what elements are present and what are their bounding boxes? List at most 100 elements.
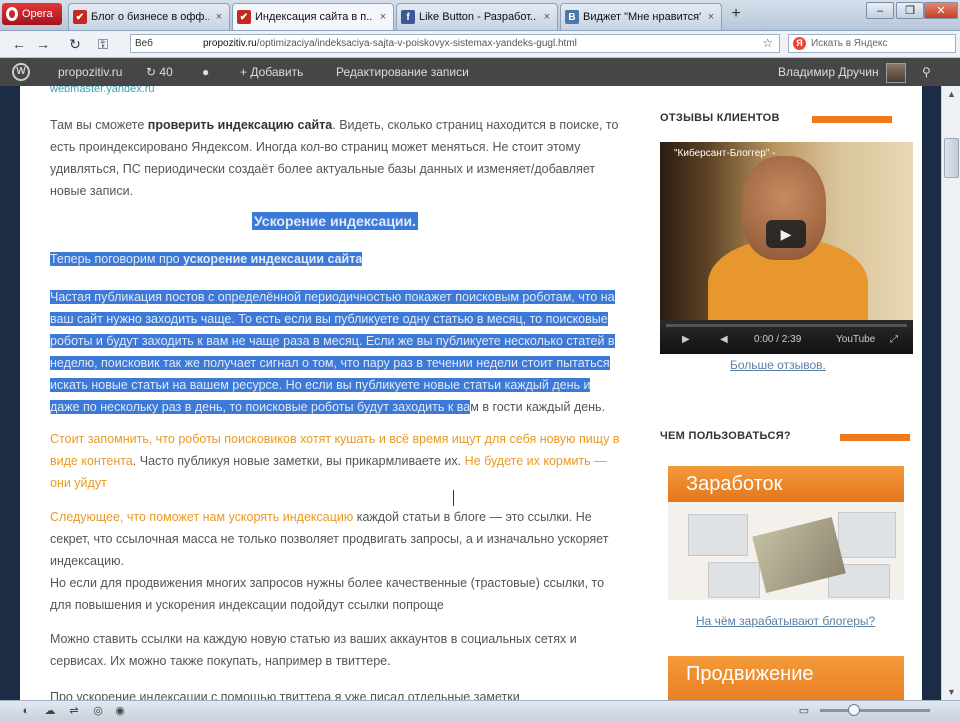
tab-title: Виджет "Мне нравится" bbox=[583, 11, 701, 23]
turbo-icon[interactable]: ◉ bbox=[112, 703, 128, 719]
wordpress-icon[interactable]: W bbox=[12, 63, 30, 81]
panel-icon[interactable]: ◐ bbox=[18, 703, 34, 719]
text: Там вы сможете bbox=[50, 118, 148, 132]
paragraph: Про ускорение индексации с помощью твитт… bbox=[50, 686, 620, 700]
scroll-up-icon[interactable]: ▲ bbox=[942, 86, 960, 102]
blogger-icon: ✔ bbox=[73, 10, 87, 24]
reviews-title: ОТЗЫВЫ КЛИЕНТОВ bbox=[660, 112, 780, 124]
puzzle-piece bbox=[708, 562, 760, 598]
paragraph: Стоит запомнить, что роботы поисковиков … bbox=[50, 428, 620, 494]
user-name[interactable]: Владимир Дручин bbox=[778, 58, 879, 86]
navigation-bar: ← → ↻ ⚿ Веб propozitiv.ru/optimizaciya/i… bbox=[0, 31, 960, 58]
close-window-button[interactable]: ✕ bbox=[924, 2, 958, 19]
earnings-link[interactable]: На чём зарабатывают блогеры? bbox=[696, 614, 875, 628]
play-icon[interactable]: ▶ bbox=[766, 220, 806, 248]
more-reviews-link[interactable]: Больше отзывов. bbox=[730, 358, 826, 372]
add-new-link[interactable]: + Добавить bbox=[240, 58, 303, 86]
site-name-link[interactable]: propozitiv.ru bbox=[58, 58, 122, 86]
key-icon[interactable]: ⚿ bbox=[94, 35, 112, 53]
text: Про ускорение индексации с помощью твитт… bbox=[50, 690, 520, 700]
avatar[interactable] bbox=[886, 63, 906, 83]
earnings-banner[interactable]: Заработок bbox=[668, 466, 904, 600]
paragraph: Там вы сможете проверить индексацию сайт… bbox=[50, 114, 620, 202]
title-accent-bar bbox=[812, 116, 892, 123]
unite-icon[interactable]: ◎ bbox=[90, 703, 106, 719]
text: Но если для продвижения многих запросов … bbox=[50, 576, 605, 612]
reload-icon[interactable]: ↻ bbox=[66, 35, 84, 53]
forward-icon[interactable]: → bbox=[34, 35, 52, 53]
status-bar: ◐ ☁ ⇌ ◎ ◉ ▭ bbox=[0, 700, 960, 721]
text: Можно ставить ссылки на каждую новую ста… bbox=[50, 632, 577, 668]
tab-blog[interactable]: ✔ Блог о бизнесе в офф... × bbox=[68, 3, 230, 30]
search-input[interactable]: Я Искать в Яндекс bbox=[788, 34, 956, 53]
video-controls: ▶ ◀ 0:00 / 2:39 YouTube ⤢ bbox=[660, 320, 913, 354]
selected-bold-text: ускорение индексации сайта bbox=[183, 252, 363, 266]
url-text: propozitiv.ru/optimizaciya/indeksaciya-s… bbox=[203, 35, 577, 52]
tab-like-button[interactable]: f Like Button - Разработ... × bbox=[396, 3, 558, 30]
blogger-icon: ✔ bbox=[237, 10, 251, 24]
paragraph: Частая публикация постов с определённой … bbox=[50, 286, 615, 418]
url-path: /optimizaciya/indeksaciya-sajta-v-poisko… bbox=[256, 38, 577, 49]
title-accent-bar bbox=[840, 434, 910, 441]
web-label: Веб bbox=[135, 38, 153, 49]
edit-post-link[interactable]: Редактирование записи bbox=[336, 58, 469, 86]
play-button[interactable]: ▶ bbox=[682, 334, 690, 345]
tab-bar: Opera ✔ Блог о бизнесе в офф... × ✔ Инде… bbox=[0, 0, 960, 31]
vk-icon: B bbox=[565, 10, 579, 24]
minimize-button[interactable]: – bbox=[866, 2, 894, 19]
updates-icon: ↻ bbox=[146, 65, 157, 79]
paragraph: Следующее, что поможет нам ускорять инде… bbox=[50, 506, 620, 616]
selected-text: Частая публикация постов с определённой … bbox=[50, 290, 615, 414]
view-icon[interactable]: ▭ bbox=[796, 703, 812, 719]
promotion-banner[interactable]: Продвижение bbox=[668, 656, 904, 700]
tab-title: Like Button - Разработ... bbox=[419, 11, 537, 23]
webmaster-link[interactable]: webmaster.yandex.ru bbox=[50, 86, 155, 100]
video-progress-bar[interactable] bbox=[666, 324, 907, 327]
facebook-icon: f bbox=[401, 10, 415, 24]
bookmark-star-icon[interactable]: ☆ bbox=[762, 35, 773, 52]
puzzle-piece bbox=[688, 514, 748, 556]
close-icon[interactable]: × bbox=[541, 11, 553, 23]
scroll-down-icon[interactable]: ▼ bbox=[942, 684, 960, 700]
close-icon[interactable]: × bbox=[377, 11, 389, 23]
selected-text: Теперь поговорим про bbox=[50, 252, 184, 266]
comments-icon[interactable]: ● bbox=[202, 58, 209, 86]
zoom-slider[interactable] bbox=[820, 709, 930, 712]
scroll-thumb[interactable] bbox=[944, 138, 959, 178]
updates-link[interactable]: ↻ 40 bbox=[146, 58, 173, 86]
text: . Часто публикуя новые заметки, вы прика… bbox=[132, 454, 465, 468]
close-icon[interactable]: × bbox=[213, 11, 225, 23]
updates-count: 40 bbox=[159, 65, 173, 79]
tab-indexation[interactable]: ✔ Индексация сайта в п... × bbox=[232, 3, 394, 30]
back-icon[interactable]: ← bbox=[10, 35, 28, 53]
page-viewport: webmaster.yandex.ru Там вы сможете прове… bbox=[20, 86, 922, 700]
text: м в гости каждый день. bbox=[470, 400, 606, 414]
banner-title: Заработок bbox=[668, 466, 904, 502]
video-player[interactable]: "Киберсант-Блоггер" - ▶ ▶ ◀ 0:00 / 2:39 … bbox=[660, 142, 913, 354]
share-icon[interactable]: ⇌ bbox=[66, 703, 82, 719]
wp-admin-bar: W propozitiv.ru ↻ 40 ● + Добавить Редакт… bbox=[0, 58, 960, 86]
sync-icon[interactable]: ☁ bbox=[42, 703, 58, 719]
highlight-text: Следующее, что поможет нам ускорять инде… bbox=[50, 510, 354, 524]
yandex-icon: Я bbox=[793, 37, 806, 50]
address-field[interactable]: Веб propozitiv.ru/optimizaciya/indeksaci… bbox=[130, 34, 780, 53]
section-heading: Ускорение индексации. bbox=[50, 210, 620, 232]
heading-text: Ускорение индексации. bbox=[251, 212, 419, 230]
paragraph: Можно ставить ссылки на каждую новую ста… bbox=[50, 628, 620, 672]
text-cursor-icon bbox=[453, 490, 456, 506]
close-icon[interactable]: × bbox=[705, 11, 717, 23]
new-tab-button[interactable]: + bbox=[726, 6, 746, 24]
zoom-slider-knob[interactable] bbox=[848, 704, 860, 716]
search-icon[interactable]: ⚲ bbox=[922, 58, 931, 86]
volume-icon[interactable]: ◀ bbox=[720, 334, 728, 345]
video-title: "Киберсант-Блоггер" - bbox=[674, 148, 776, 159]
opera-menu-button[interactable]: Opera bbox=[2, 3, 62, 25]
tab-vk-widget[interactable]: B Виджет "Мне нравится" × bbox=[560, 3, 722, 30]
opera-logo-icon bbox=[6, 7, 18, 21]
youtube-logo[interactable]: YouTube bbox=[836, 334, 875, 345]
maximize-button[interactable]: ❐ bbox=[896, 2, 924, 19]
paragraph: Теперь поговорим про ускорение индексаци… bbox=[50, 248, 620, 270]
fullscreen-icon[interactable]: ⤢ bbox=[890, 334, 898, 345]
tools-title: ЧЕМ ПОЛЬЗОВАТЬСЯ? bbox=[660, 430, 791, 442]
vertical-scrollbar[interactable]: ▲ ▼ bbox=[941, 86, 960, 700]
